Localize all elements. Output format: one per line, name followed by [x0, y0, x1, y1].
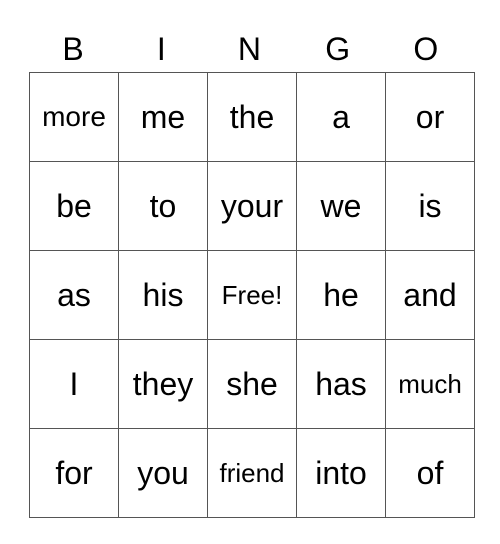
card-cell[interactable]: to — [118, 161, 208, 251]
card-cell[interactable]: into — [296, 428, 386, 518]
card-cell[interactable]: friend — [207, 428, 297, 518]
header-letter-o: O — [413, 31, 439, 67]
card-cell[interactable]: the — [207, 72, 297, 162]
card-cell[interactable]: be — [29, 161, 119, 251]
card-row: I they she has much — [29, 339, 475, 429]
card-row: be to your we is — [29, 161, 475, 251]
bingo-card: more me the a or be to your we is as his… — [29, 72, 475, 518]
card-cell[interactable]: much — [385, 339, 475, 429]
card-row: as his Free! he and — [29, 250, 475, 340]
card-cell[interactable]: as — [29, 250, 119, 340]
card-cell[interactable]: his — [118, 250, 208, 340]
header-letter-i: I — [156, 31, 166, 67]
card-row: more me the a or — [29, 72, 475, 162]
card-cell[interactable]: you — [118, 428, 208, 518]
card-row: for you friend into of — [29, 428, 475, 518]
free-space-cell[interactable]: Free! — [207, 250, 297, 340]
card-cell[interactable]: they — [118, 339, 208, 429]
card-cell[interactable]: your — [207, 161, 297, 251]
card-cell[interactable]: of — [385, 428, 475, 518]
card-cell[interactable]: and — [385, 250, 475, 340]
header-letter-b: B — [62, 31, 84, 67]
card-cell[interactable]: I — [29, 339, 119, 429]
card-cell[interactable]: she — [207, 339, 297, 429]
header-letter-n: N — [237, 31, 262, 67]
header-letter-g: G — [325, 31, 351, 67]
card-cell[interactable]: or — [385, 72, 475, 162]
card-cell[interactable]: more — [29, 72, 119, 162]
card-cell[interactable]: we — [296, 161, 386, 251]
card-cell[interactable]: has — [296, 339, 386, 429]
card-cell[interactable]: a — [296, 72, 386, 162]
bingo-header: B I N G O — [29, 28, 470, 70]
card-cell[interactable]: is — [385, 161, 475, 251]
card-cell[interactable]: me — [118, 72, 208, 162]
card-cell[interactable]: he — [296, 250, 386, 340]
card-cell[interactable]: for — [29, 428, 119, 518]
